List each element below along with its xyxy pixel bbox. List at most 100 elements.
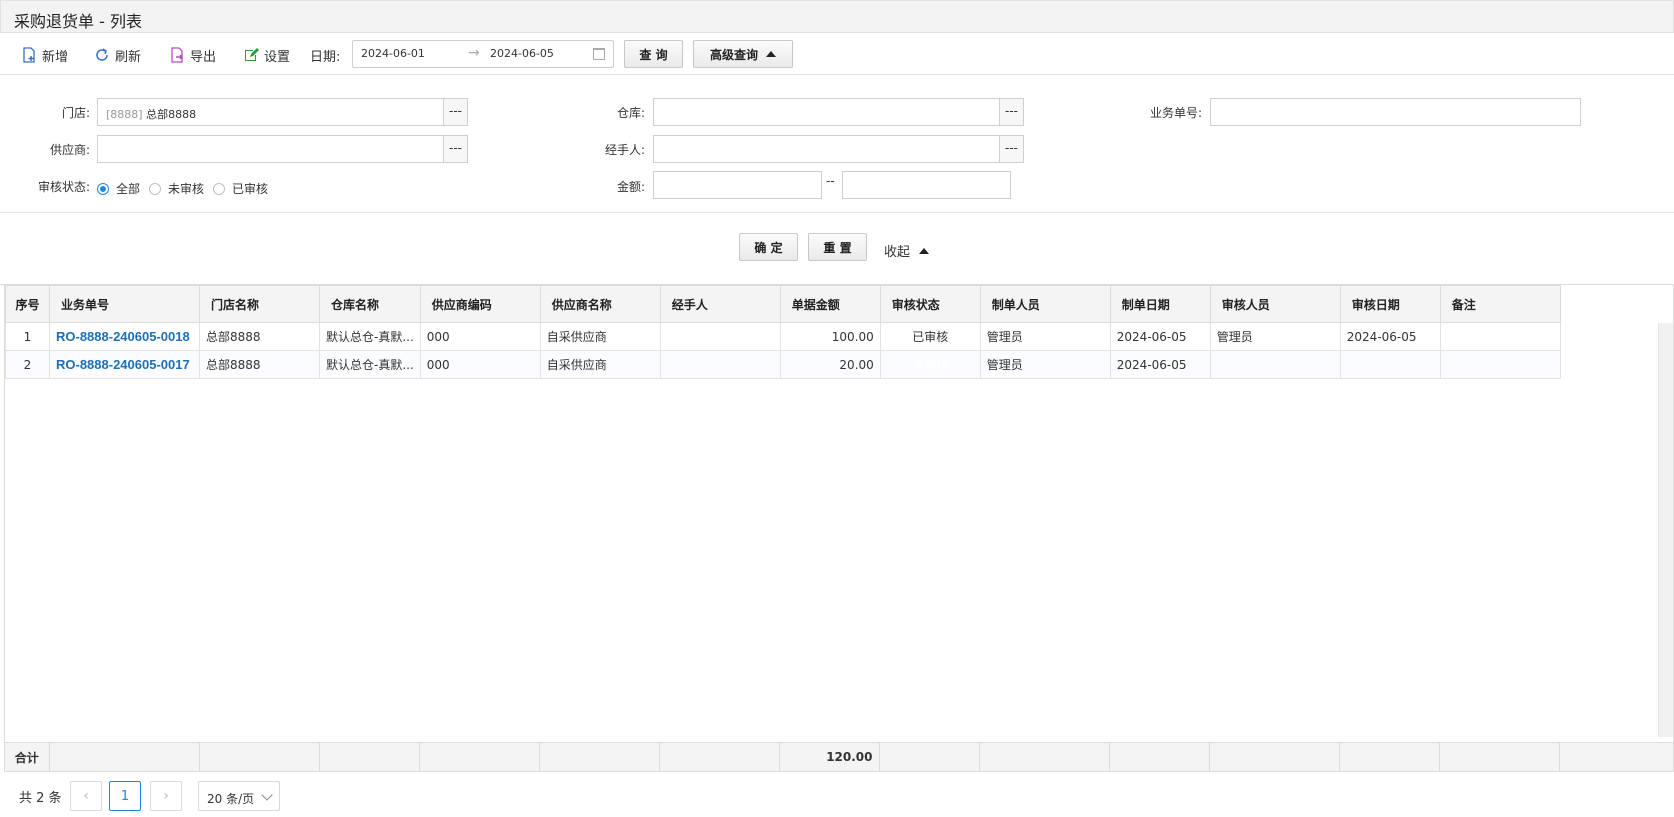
warehouse-label: 仓库: [616, 106, 645, 120]
page-number-button[interactable]: 1 [109, 781, 141, 811]
settings-label: 设置 [264, 49, 291, 65]
export-button[interactable]: 导出 [169, 44, 216, 66]
store-code: [8888] [106, 108, 143, 121]
amount-label: 金额: [616, 180, 645, 194]
cell-bizno-link[interactable]: RO-8888-240605-0017 [49, 350, 200, 379]
audit-option-label: 未审核 [168, 182, 205, 196]
cell-remark [1439, 350, 1561, 379]
supplier-picker-button[interactable]: --- [443, 136, 467, 162]
amount-min-field[interactable] [653, 171, 822, 199]
col-header-supplier-name[interactable]: 供应商名称 [539, 285, 661, 323]
toolbar: 新增 刷新 导出 设置 日期: 2024-06-01 → 2024-06-05 … [0, 33, 1674, 75]
export-icon [171, 47, 183, 63]
date-label: 日期: [310, 50, 341, 65]
cell-create-date: 2024-06-05 [1109, 322, 1211, 351]
col-header-amount[interactable]: 单据金额 [779, 285, 881, 323]
query-button[interactable]: 查 询 [624, 40, 683, 68]
supplier-field[interactable]: --- [97, 135, 468, 163]
cell-no: 1 [5, 322, 50, 351]
total-count: 共 2 条 [19, 791, 62, 806]
cell-remark [1439, 322, 1561, 351]
cell-amount: 100.00 [779, 322, 881, 351]
prev-page-button[interactable]: ‹ [70, 781, 102, 811]
edit-icon [245, 48, 259, 61]
reset-button[interactable]: 重 置 [808, 233, 867, 261]
summary-label: 合计 [5, 743, 50, 771]
summary-table: 合计 120.00 [5, 743, 1560, 771]
col-header-remark[interactable]: 备注 [1439, 285, 1561, 323]
cell-store: 总部8888 [199, 322, 320, 351]
next-page-button[interactable]: › [150, 781, 182, 811]
collapse-button[interactable]: 收起 [884, 241, 930, 260]
store-value: [8888] 总部8888 [106, 106, 196, 122]
col-header-creator[interactable]: 制单人员 [979, 285, 1111, 323]
refresh-icon [96, 48, 108, 61]
advanced-query-button[interactable]: 高级查询 [693, 40, 793, 68]
amount-max-field[interactable] [842, 171, 1011, 199]
cell-handler [659, 350, 781, 379]
vertical-scrollbar[interactable] [1658, 323, 1673, 737]
bizno-label: 业务单号: [1149, 106, 1202, 120]
bizno-field[interactable] [1210, 98, 1581, 126]
handler-picker-button[interactable]: --- [999, 136, 1023, 162]
data-table: 序号 业务单号 门店名称 仓库名称 供应商编码 供应商名称 经手人 单据金额 审… [5, 285, 1561, 379]
cell-status: 未审核 [879, 350, 981, 379]
supplier-label: 供应商: [49, 143, 90, 157]
cell-auditor [1209, 350, 1341, 379]
col-header-warehouse[interactable]: 仓库名称 [319, 285, 421, 323]
page-title: 采购退货单 - 列表 [14, 12, 142, 31]
refresh-label: 刷新 [115, 49, 142, 65]
col-header-create-date[interactable]: 制单日期 [1109, 285, 1211, 323]
table-row[interactable]: 2 RO-8888-240605-0017 总部8888 默认总仓-真默... … [5, 350, 1561, 379]
col-header-store[interactable]: 门店名称 [199, 285, 320, 323]
handler-label: 经手人: [604, 143, 645, 157]
audit-option-unaudited[interactable]: 未审核 [149, 180, 204, 197]
cell-warehouse: 默认总仓-真默... [319, 322, 421, 351]
col-header-handler[interactable]: 经手人 [659, 285, 781, 323]
cell-supplier-name: 自采供应商 [539, 322, 661, 351]
table-header-row: 序号 业务单号 门店名称 仓库名称 供应商编码 供应商名称 经手人 单据金额 审… [5, 285, 1561, 323]
calendar-icon[interactable] [593, 48, 605, 60]
summary-total: 120.00 [779, 743, 880, 771]
audit-status-label: 审核状态: [37, 180, 90, 194]
warehouse-picker-button[interactable]: --- [999, 99, 1023, 125]
audit-option-all[interactable]: 全部 [97, 180, 140, 197]
col-header-no[interactable]: 序号 [5, 285, 50, 323]
col-header-status[interactable]: 审核状态 [879, 285, 981, 323]
col-header-audit-date[interactable]: 审核日期 [1339, 285, 1441, 323]
cell-bizno-link[interactable]: RO-8888-240605-0018 [49, 322, 200, 351]
handler-field[interactable]: --- [653, 135, 1024, 163]
audit-option-label: 已审核 [232, 182, 269, 196]
refresh-button[interactable]: 刷新 [94, 44, 141, 66]
store-name: 总部8888 [146, 108, 197, 121]
date-range-picker[interactable]: 2024-06-01 → 2024-06-05 [352, 40, 614, 68]
settings-button[interactable]: 设置 [243, 44, 290, 66]
table-row[interactable]: 1 RO-8888-240605-0018 总部8888 默认总仓-真默... … [5, 322, 1561, 351]
chevron-down-icon [261, 789, 273, 801]
radio-unchecked-icon [213, 182, 225, 195]
confirm-button[interactable]: 确 定 [739, 233, 798, 261]
cell-amount: 20.00 [779, 350, 881, 379]
date-to[interactable]: 2024-06-05 [490, 47, 554, 60]
amount-separator: -- [826, 174, 835, 188]
pagination: 共 2 条 ‹ 1 › 20 条/页 [0, 772, 1674, 817]
col-header-supplier-code[interactable]: 供应商编码 [419, 285, 541, 323]
store-picker-button[interactable]: --- [443, 99, 467, 125]
cell-no: 2 [5, 350, 50, 379]
cell-warehouse: 默认总仓-真默... [319, 350, 421, 379]
audit-option-audited[interactable]: 已审核 [213, 180, 268, 197]
collapse-label: 收起 [884, 245, 911, 260]
col-header-bizno[interactable]: 业务单号 [49, 285, 200, 323]
store-label: 门店: [61, 106, 90, 120]
cell-creator: 管理员 [979, 350, 1111, 379]
warehouse-field[interactable]: --- [653, 98, 1024, 126]
cell-create-date: 2024-06-05 [1109, 350, 1211, 379]
caret-up-icon [766, 51, 776, 57]
date-from[interactable]: 2024-06-01 [361, 47, 425, 60]
data-grid: 序号 业务单号 门店名称 仓库名称 供应商编码 供应商名称 经手人 单据金额 审… [4, 285, 1674, 772]
store-field[interactable]: [8888] 总部8888 --- [97, 98, 468, 126]
add-button[interactable]: 新增 [21, 44, 68, 66]
page-size-select[interactable]: 20 条/页 [198, 781, 280, 811]
col-header-auditor[interactable]: 审核人员 [1209, 285, 1341, 323]
arrow-right-icon: → [468, 45, 480, 61]
